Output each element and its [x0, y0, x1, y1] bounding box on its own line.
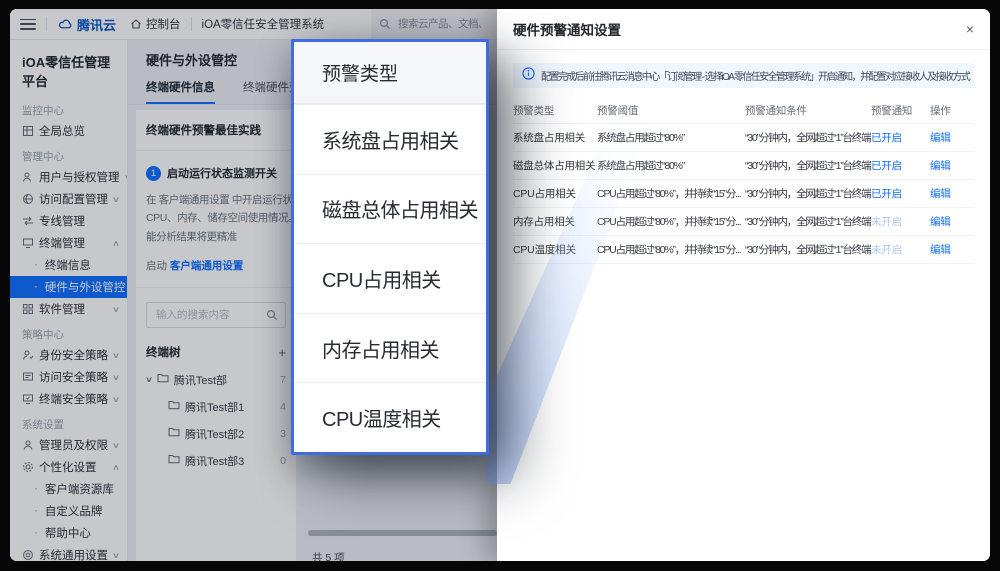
table-row: 系统盘占用相关 系统盘占用超过“80%” “30”分钟内，全网超过“1”台终端.…: [513, 124, 974, 152]
alert-threshold: CPU占用超过“80%”，并持续“15”分...: [597, 242, 745, 257]
alert-condition: “30”分钟内，全网超过“1”台终端...: [745, 186, 871, 201]
close-icon[interactable]: ×: [966, 22, 974, 36]
drawer-title: 硬件预警通知设置: [513, 19, 621, 39]
table-row: 磁盘总体占用相关 系统盘占用超过“80%” “30”分钟内，全网超过“1”台终端…: [513, 152, 974, 180]
alert-threshold: CPU占用超过“80%”，并持续“15”分...: [597, 186, 745, 201]
callout-row: 内存占用相关: [294, 313, 486, 383]
notice-text: 配置完成后前往腾讯云消息中心「订阅管理 - 选择iOA 零信任安全管理系统」开启…: [541, 68, 969, 83]
alert-type: CPU温度相关: [513, 242, 597, 257]
alert-type: 系统盘占用相关: [513, 130, 597, 145]
notice-banner: 配置完成后前往腾讯云消息中心「订阅管理 - 选择iOA 零信任安全管理系统」开启…: [513, 63, 974, 88]
col-threshold: 预警阈值: [597, 103, 745, 118]
alert-threshold: 系统盘占用超过“80%”: [597, 158, 745, 173]
status-badge: 未开启: [871, 214, 930, 229]
alert-type: 内存占用相关: [513, 214, 597, 229]
status-badge: 已开启: [871, 186, 930, 201]
hardware-alert-drawer: 硬件预警通知设置 × 配置完成后前往腾讯云消息中心「订阅管理 - 选择iOA 零…: [497, 9, 990, 561]
table-row: CPU温度相关 CPU占用超过“80%”，并持续“15”分... “30”分钟内…: [513, 236, 974, 264]
status-badge: 已开启: [871, 158, 930, 173]
edit-button[interactable]: 编辑: [930, 242, 974, 257]
alert-table: 预警类型 预警阈值 预警通知条件 预警通知 操作 系统盘占用相关 系统盘占用超过…: [497, 98, 990, 264]
table-row: 内存占用相关 CPU占用超过“80%”，并持续“15”分... “30”分钟内，…: [513, 208, 974, 236]
edit-button[interactable]: 编辑: [930, 186, 974, 201]
col-condition: 预警通知条件: [745, 103, 871, 118]
callout-header: 预警类型: [294, 42, 486, 104]
status-badge: 已开启: [871, 130, 930, 145]
alert-threshold: CPU占用超过“80%”，并持续“15”分...: [597, 214, 745, 229]
edit-button[interactable]: 编辑: [930, 158, 974, 173]
alert-threshold: 系统盘占用超过“80%”: [597, 130, 745, 145]
callout-row: CPU占用相关: [294, 243, 486, 313]
status-badge: 未开启: [871, 242, 930, 257]
col-notify: 预警通知: [871, 103, 930, 118]
info-icon: [522, 67, 535, 85]
alert-type: 磁盘总体占用相关: [513, 158, 597, 173]
callout-row: CPU温度相关: [294, 382, 486, 452]
table-row: CPU占用相关 CPU占用超过“80%”，并持续“15”分... “30”分钟内…: [513, 180, 974, 208]
edit-button[interactable]: 编辑: [930, 214, 974, 229]
drawer-header: 硬件预警通知设置 ×: [497, 9, 990, 50]
alert-condition: “30”分钟内，全网超过“1”台终端...: [745, 242, 871, 257]
col-type: 预警类型: [513, 103, 597, 118]
callout-row: 磁盘总体占用相关: [294, 174, 486, 244]
alert-type: CPU占用相关: [513, 186, 597, 201]
app-window: 腾讯云 控制台 iOA零信任安全管理系统 iOA零信任管理平台 监控中心: [10, 9, 990, 561]
alert-condition: “30”分钟内，全网超过“1”台终端...: [745, 214, 871, 229]
table-header-row: 预警类型 预警阈值 预警通知条件 预警通知 操作: [513, 98, 974, 124]
alert-condition: “30”分钟内，全网超过“1”台终端...: [745, 130, 871, 145]
alert-type-zoom-callout: 预警类型 系统盘占用相关 磁盘总体占用相关 CPU占用相关 内存占用相关 CPU…: [291, 39, 489, 455]
alert-condition: “30”分钟内，全网超过“1”台终端...: [745, 158, 871, 173]
edit-button[interactable]: 编辑: [930, 130, 974, 145]
callout-row: 系统盘占用相关: [294, 104, 486, 174]
col-action: 操作: [930, 103, 974, 118]
